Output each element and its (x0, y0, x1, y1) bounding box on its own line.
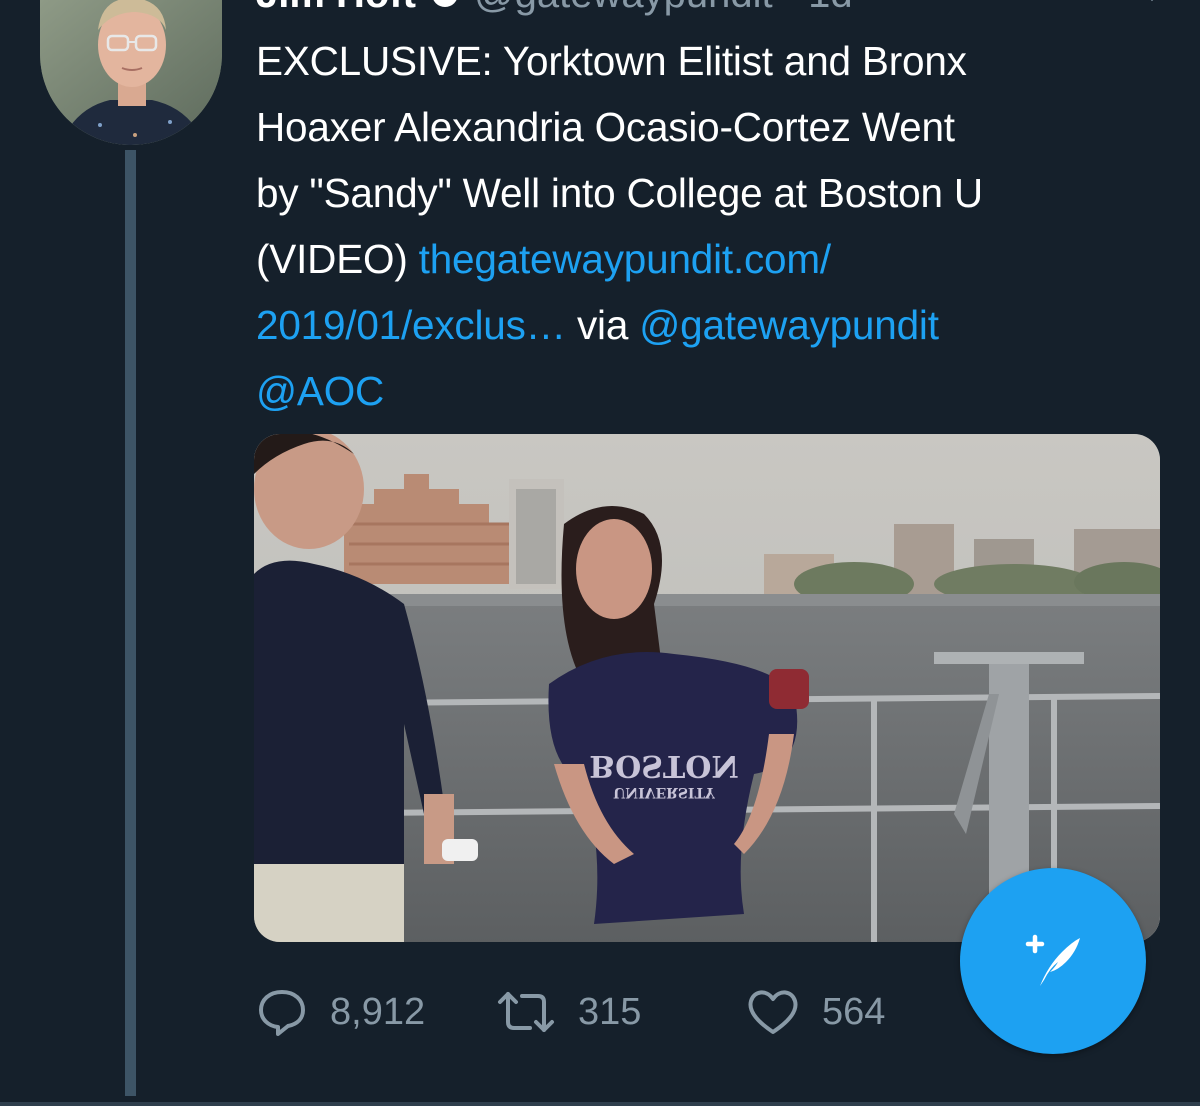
heart-icon (748, 990, 798, 1034)
shirt-text-top: BOSTON (589, 748, 739, 783)
chevron-down-icon[interactable] (1142, 0, 1162, 6)
video-thumbnail: BOSTON UNIVERSITY (254, 434, 1160, 942)
like-button[interactable]: 564 (746, 984, 885, 1040)
tweet-screen: Jim Hoft @gatewaypundit · 1d (0, 0, 1200, 1106)
tweet-media[interactable]: BOSTON UNIVERSITY (254, 434, 1160, 942)
avatar[interactable] (40, 0, 222, 145)
like-count: 564 (822, 990, 886, 1033)
author-handle[interactable]: @gatewaypundit · 1d (474, 0, 853, 17)
tweet-text-line: (VIDEO) (256, 236, 419, 282)
retweet-count: 315 (578, 990, 642, 1033)
tweet-text: EXCLUSIVE: Yorktown Elitist and Bronx Ho… (256, 28, 1156, 424)
compose-tweet-button[interactable] (960, 868, 1146, 1054)
tweet-text-line: EXCLUSIVE: Yorktown Elitist and Bronx (256, 38, 967, 84)
tweet-actions: 8,912 315 564 (256, 984, 956, 1040)
speech-bubble-icon (259, 990, 305, 1036)
via-text: via (565, 302, 640, 348)
retweet-button[interactable]: 315 (496, 984, 641, 1040)
tweet-text-line: Hoaxer Alexandria Ocasio-Cortez Went (256, 104, 955, 150)
tweet-text-line: by "Sandy" Well into College at Boston U (256, 170, 983, 216)
reply-count: 8,912 (330, 990, 426, 1033)
shirt-text-bottom: UNIVERSITY (613, 784, 716, 800)
reply-button[interactable]: 8,912 (256, 984, 425, 1040)
author-name[interactable]: Jim Hoft (256, 0, 416, 17)
thread-line (125, 150, 136, 1096)
tweet-header: Jim Hoft @gatewaypundit · 1d (256, 0, 853, 17)
retweet-arrows-icon (498, 992, 554, 1032)
divider (0, 1102, 1200, 1106)
article-link-continued[interactable]: 2019/01/exclus… (256, 302, 566, 348)
article-link[interactable]: thegatewaypundit.com/ (419, 236, 832, 282)
verified-icon (432, 0, 458, 7)
aoc-mention-link[interactable]: @AOC (256, 368, 384, 414)
feather-plus-icon (1025, 934, 1080, 986)
avatar-photo (40, 0, 222, 145)
via-mention-link[interactable]: @gatewaypundit (639, 302, 939, 348)
